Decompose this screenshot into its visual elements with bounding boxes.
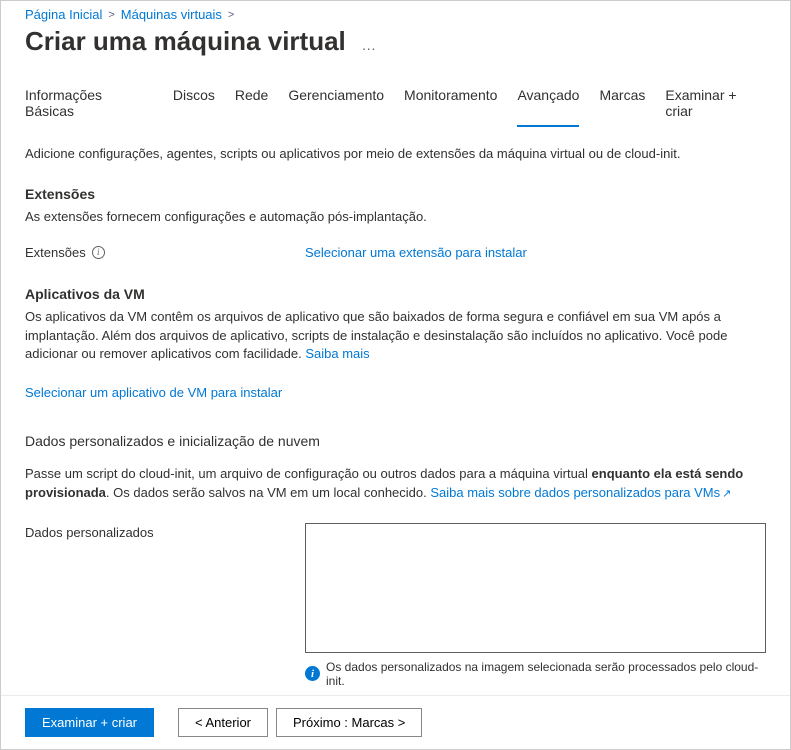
tab-management[interactable]: Gerenciamento	[288, 87, 384, 127]
custom-data-learn-more-link[interactable]: Saiba mais sobre dados personalizados pa…	[430, 485, 731, 500]
previous-button[interactable]: < Anterior	[178, 708, 268, 737]
tab-monitoring[interactable]: Monitoramento	[404, 87, 497, 127]
custom-data-note: i Os dados personalizados na imagem sele…	[305, 660, 766, 688]
extensions-field-label: Extensões	[25, 245, 86, 260]
next-button[interactable]: Próximo : Marcas >	[276, 708, 422, 737]
chevron-right-icon: >	[228, 9, 234, 21]
intro-text: Adicione configurações, agentes, scripts…	[25, 145, 766, 164]
custom-data-note-text: Os dados personalizados na imagem seleci…	[326, 660, 766, 688]
breadcrumb: Página Inicial > Máquinas virtuais >	[25, 7, 766, 22]
breadcrumb-home[interactable]: Página Inicial	[25, 7, 102, 22]
extensions-heading: Extensões	[25, 186, 766, 202]
button-bar: Examinar + criar < Anterior Próximo : Ma…	[1, 695, 790, 749]
extensions-field-label-col: Extensões i	[25, 245, 305, 260]
more-icon[interactable]: ···	[362, 28, 376, 56]
select-vm-app-link[interactable]: Selecionar um aplicativo de VM para inst…	[25, 385, 282, 400]
external-link-icon: ↗	[722, 488, 731, 500]
custom-data-desc-p1: Passe um script do cloud-init, um arquiv…	[25, 466, 592, 481]
custom-data-textarea[interactable]	[305, 523, 766, 653]
tab-tags[interactable]: Marcas	[599, 87, 645, 127]
tab-basics[interactable]: Informações Básicas	[25, 87, 153, 127]
tab-review[interactable]: Examinar + criar	[665, 87, 766, 127]
info-icon[interactable]: i	[92, 246, 105, 259]
tab-disks[interactable]: Discos	[173, 87, 215, 127]
extensions-desc: As extensões fornecem configurações e au…	[25, 208, 766, 227]
info-blue-icon: i	[305, 666, 320, 681]
custom-data-field-label-col: Dados personalizados	[25, 523, 305, 540]
tab-network[interactable]: Rede	[235, 87, 268, 127]
breadcrumb-vms[interactable]: Máquinas virtuais	[121, 7, 222, 22]
vm-apps-heading: Aplicativos da VM	[25, 286, 766, 302]
tab-advanced[interactable]: Avançado	[517, 87, 579, 127]
select-extension-link[interactable]: Selecionar uma extensão para instalar	[305, 245, 527, 260]
extensions-field-row: Extensões i Selecionar uma extensão para…	[25, 245, 766, 260]
vm-apps-desc-text: Os aplicativos da VM contêm os arquivos …	[25, 309, 727, 362]
custom-data-desc-p2: . Os dados serão salvos na VM em um loca…	[106, 485, 430, 500]
vm-apps-desc: Os aplicativos da VM contêm os arquivos …	[25, 308, 766, 365]
custom-data-field-label: Dados personalizados	[25, 525, 154, 540]
custom-data-desc: Passe um script do cloud-init, um arquiv…	[25, 465, 766, 503]
custom-data-field-row: Dados personalizados i Os dados personal…	[25, 523, 766, 688]
custom-data-heading: Dados personalizados e inicialização de …	[25, 433, 766, 449]
page-header: Criar uma máquina virtual ···	[25, 26, 766, 57]
page-title: Criar uma máquina virtual	[25, 26, 346, 57]
chevron-right-icon: >	[108, 9, 114, 21]
tab-bar: Informações Básicas Discos Rede Gerencia…	[25, 87, 766, 127]
review-create-button[interactable]: Examinar + criar	[25, 708, 154, 737]
vm-apps-learn-more-link[interactable]: Saiba mais	[305, 346, 369, 361]
